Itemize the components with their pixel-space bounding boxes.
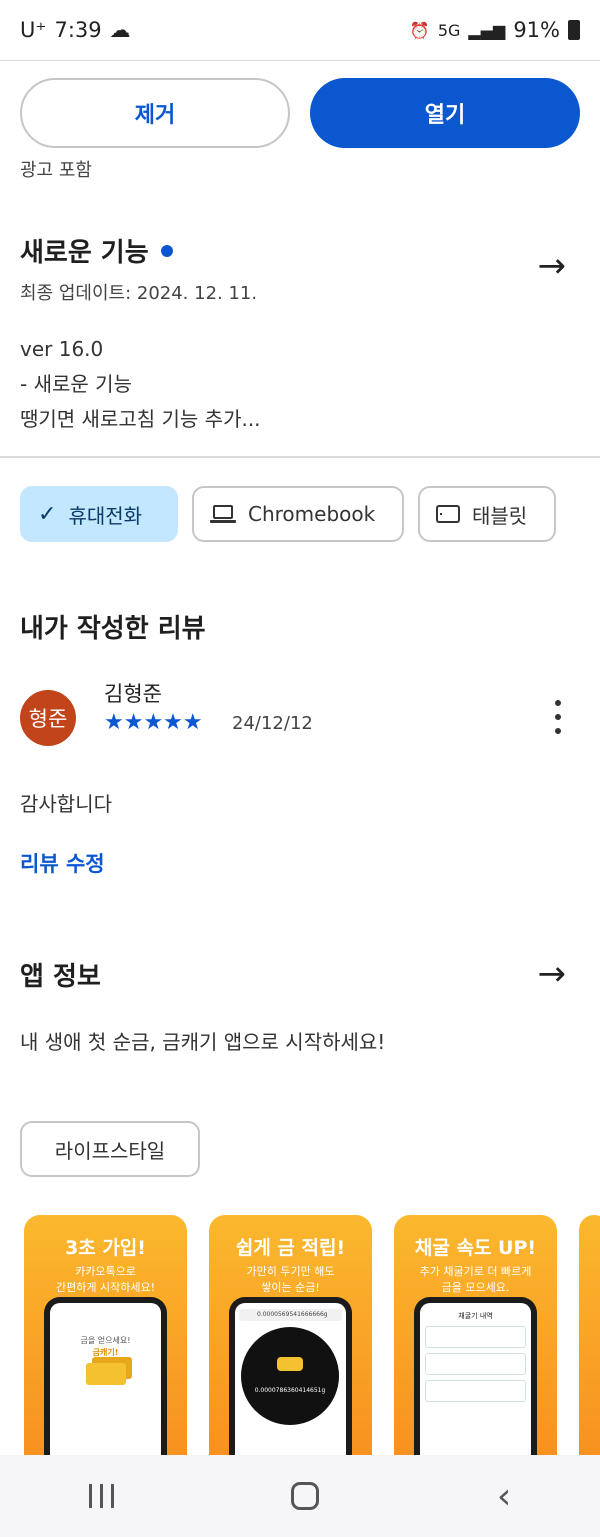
review-text: 감사합니다 — [20, 792, 112, 816]
screenshot-subtitle-line: 가만히 두기만 해도 — [246, 1265, 335, 1278]
carrier-label: U⁺ — [20, 18, 47, 42]
new-indicator-dot — [160, 244, 173, 257]
phone-screen: 금을 얻으세요! 금캐기! — [50, 1303, 161, 1475]
release-notes: ver 16.0 - 새로운 기능 땡기면 새로고침 기능 추가... — [20, 332, 261, 437]
screenshot-carousel[interactable]: 3초 가입! 카카오톡으로 간편하게 시작하세요! 금을 얻으세요! 금캐기! … — [24, 1215, 600, 1475]
screenshot-subtitle-line: 금을 모으세요. — [441, 1281, 510, 1294]
action-buttons: 제거 열기 — [20, 78, 580, 148]
check-icon: ✓ — [38, 501, 57, 527]
mining-circle: 0.0000786360414651g — [241, 1327, 339, 1425]
phone-mockup: 0.0000569541666666g 0.0000786360414651g — [229, 1297, 352, 1475]
miner-row — [425, 1353, 526, 1375]
screenshot-subtitle-line: 간편하게 시작하세요! — [56, 1281, 155, 1294]
screen-line: 금캐기! — [92, 1348, 119, 1357]
gold-nugget-icon — [277, 1357, 303, 1371]
chip-label: 휴대전화 — [68, 503, 143, 528]
screenshot-card[interactable]: 채굴 속도 UP! 추가 채굴기로 더 빠르게 금을 모으세요. 채굴기 내역 — [394, 1215, 557, 1475]
miner-row — [425, 1380, 526, 1402]
phone-mockup: 금을 얻으세요! 금캐기! — [44, 1297, 167, 1475]
arrow-right-icon[interactable]: → — [538, 954, 567, 994]
phone-mockup: 채굴기 내역 — [414, 1297, 537, 1475]
divider — [0, 456, 600, 458]
screenshot-subtitle: 카카오톡으로 간편하게 시작하세요! — [24, 1264, 187, 1296]
divider — [0, 60, 600, 61]
whats-new-title: 새로운 기능 — [20, 238, 149, 268]
phone-screen: 0.0000569541666666g 0.0000786360414651g — [235, 1303, 346, 1475]
home-icon[interactable] — [291, 1482, 320, 1510]
release-note-line: - 새로운 기능 — [20, 372, 132, 396]
chip-label: 태블릿 — [472, 503, 528, 528]
my-review-heading: 내가 작성한 리뷰 — [20, 614, 206, 644]
screenshot-card[interactable]: 3초 가입! 카카오톡으로 간편하게 시작하세요! 금을 얻으세요! 금캐기! — [24, 1215, 187, 1475]
tablet-icon — [436, 505, 460, 523]
phone-screen: 채굴기 내역 — [420, 1303, 531, 1475]
app-description: 내 생애 첫 순금, 금캐기 앱으로 시작하세요! — [20, 1030, 386, 1054]
chip-chromebook[interactable]: Chromebook — [192, 486, 404, 542]
remove-button[interactable]: 제거 — [20, 78, 290, 148]
clock: 7:39 — [54, 18, 102, 42]
open-button[interactable]: 열기 — [310, 78, 580, 148]
contains-ads-label: 광고 포함 — [20, 160, 92, 181]
last-updated: 최종 업데이트: 2024. 12. 11. — [20, 283, 258, 304]
laptop-icon — [210, 505, 236, 523]
screenshot-title: 3초 가입! — [65, 1237, 146, 1259]
device-filter-chips: ✓ 휴대전화 Chromebook 태블릿 — [20, 486, 556, 542]
network-type-label: 5G — [437, 20, 461, 40]
chip-phone[interactable]: ✓ 휴대전화 — [20, 486, 178, 542]
status-bar: U⁺ 7:39 ☁ ⏰ 5G ▂▄▆ 91% — [0, 0, 600, 60]
system-nav-bar: ‹ — [0, 1455, 600, 1537]
screenshot-subtitle-line: 카카오톡으로 — [75, 1265, 136, 1278]
chip-tablet[interactable]: 태블릿 — [418, 486, 556, 542]
battery-icon — [568, 20, 580, 40]
back-icon[interactable]: ‹ — [497, 1476, 511, 1517]
star-rating: ★★★★★ — [104, 710, 203, 735]
screenshot-subtitle-line: 추가 채굴기로 더 빠르게 — [419, 1265, 532, 1278]
screenshot-card[interactable]: 쉽게 금 적립! 가만히 두기만 해도 쌓이는 순금! 0.0000569541… — [209, 1215, 372, 1475]
release-note-line: ver 16.0 — [20, 337, 104, 361]
edit-review-link[interactable]: 리뷰 수정 — [20, 848, 105, 878]
battery-percent: 91% — [513, 18, 560, 42]
screen-title: 채굴기 내역 — [458, 1312, 493, 1320]
status-left: U⁺ 7:39 ☁ — [20, 18, 131, 42]
whats-new-title-row: 새로운 기능 — [20, 232, 580, 269]
recents-icon[interactable] — [88, 1484, 114, 1508]
screen-text: 금을 얻으세요! 금캐기! — [50, 1335, 161, 1359]
reviewer-name: 김형준 — [104, 682, 162, 706]
status-right: ⏰ 5G ▂▄▆ 91% — [410, 18, 580, 42]
avatar: 형준 — [20, 690, 76, 746]
gold-bars-icon — [86, 1363, 126, 1385]
more-options-icon[interactable] — [548, 700, 568, 734]
screenshot-card[interactable] — [579, 1215, 600, 1475]
screenshot-title: 쉽게 금 적립! — [235, 1237, 346, 1259]
category-chip[interactable]: 라이프스타일 — [20, 1121, 200, 1177]
chip-label: Chromebook — [248, 502, 376, 526]
arrow-right-icon[interactable]: → — [538, 246, 567, 286]
whats-new-header[interactable]: 새로운 기능 최종 업데이트: 2024. 12. 11. → — [20, 232, 580, 305]
screenshot-subtitle: 추가 채굴기로 더 빠르게 금을 모으세요. — [394, 1264, 557, 1296]
mining-amount: 0.0000786360414651g — [254, 1387, 326, 1394]
signal-icon: ▂▄▆ — [468, 20, 506, 40]
release-note-line: 땡기면 새로고침 기능 추가... — [20, 407, 261, 431]
screenshot-subtitle-line: 쌓이는 순금! — [261, 1281, 320, 1294]
screenshot-subtitle: 가만히 두기만 해도 쌓이는 순금! — [209, 1264, 372, 1296]
cloud-icon: ☁ — [109, 18, 131, 42]
balance-bar: 0.0000569541666666g — [239, 1309, 342, 1321]
screen-line: 금을 얻으세요! — [80, 1336, 131, 1345]
alarm-icon: ⏰ — [409, 20, 430, 40]
miner-row — [425, 1326, 526, 1348]
review-date: 24/12/12 — [232, 713, 313, 734]
app-info-heading[interactable]: 앱 정보 — [20, 956, 101, 993]
screenshot-title: 채굴 속도 UP! — [414, 1237, 537, 1259]
